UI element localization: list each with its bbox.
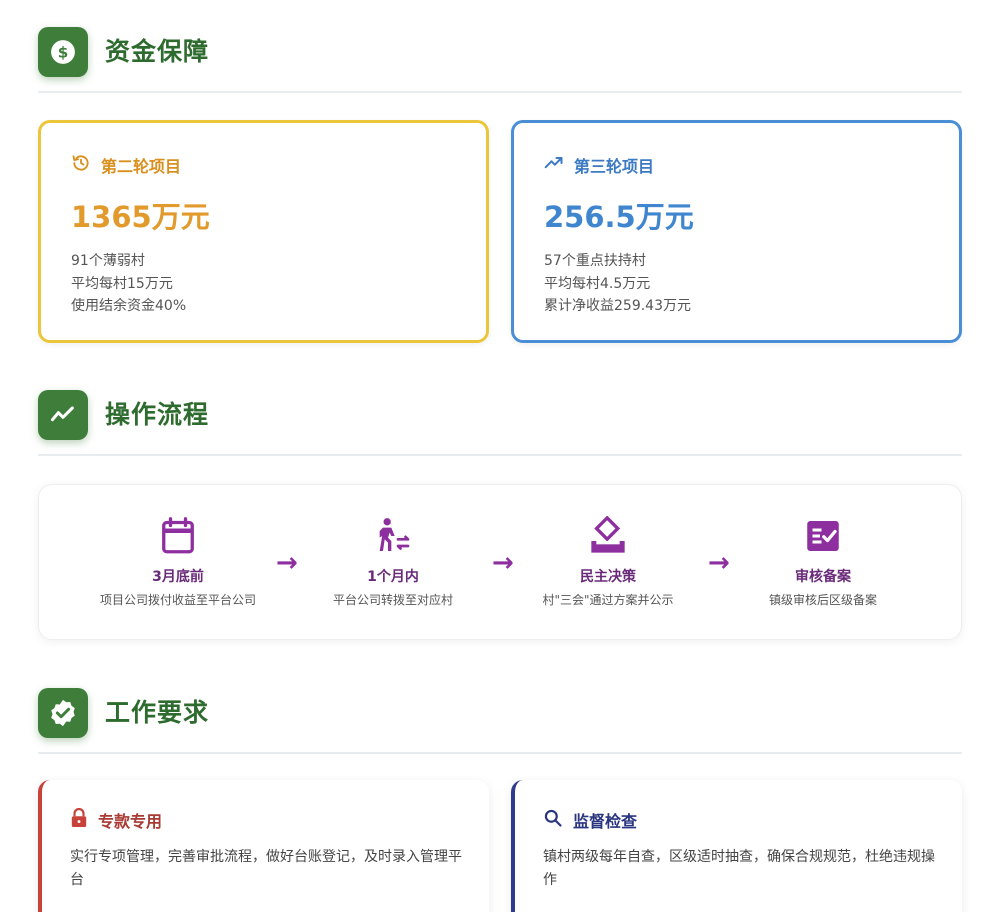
funding-card-round3: 第三轮项目 256.5万元 57个重点扶持村 平均每村4.5万元 累计净收益25… — [511, 120, 962, 343]
funding-amount: 1365万元 — [71, 200, 210, 234]
card-title: 专款专用 — [98, 812, 163, 831]
card-header: 监督检查 — [543, 808, 637, 832]
trending-up-icon — [544, 153, 564, 177]
detail-line: 平均每村4.5万元 — [544, 275, 651, 292]
step-description: 平台公司转拨至对应村 — [332, 593, 453, 607]
requirement-text: 镇村两级每年自查，区级适时抽查，确保合规规范，杜绝违规操作 — [543, 849, 935, 888]
step-title: 1个月内 — [367, 569, 419, 585]
section-title: 操作流程 — [105, 400, 210, 429]
process-step: 民主决策 村"三会"通过方案并公示 — [508, 515, 708, 609]
step-description: 镇级审核后区级备案 — [768, 593, 877, 607]
card-title: 第三轮项目 — [574, 157, 655, 176]
section-header-funding: $ 资金保障 — [38, 27, 962, 93]
process-step: 审核备案 镇级审核后区级备案 — [723, 515, 923, 609]
dollar-icon: $ — [38, 27, 88, 77]
detail-line: 57个重点扶持村 — [544, 253, 646, 269]
card-details: 91个薄弱村 平均每村15万元 使用结余资金40% — [71, 250, 186, 318]
step-description: 项目公司拨付收益至平台公司 — [99, 593, 256, 607]
detail-line: 91个薄弱村 — [71, 253, 145, 269]
transfer-walk-icon — [293, 515, 493, 557]
funding-card-round2: 第二轮项目 1365万元 91个薄弱村 平均每村15万元 使用结余资金40% — [38, 120, 489, 343]
section-header-requirements: 工作要求 — [38, 688, 962, 754]
detail-line: 使用结余资金40% — [71, 298, 187, 314]
vote-icon — [508, 515, 708, 557]
card-header: 第三轮项目 — [544, 153, 654, 177]
process-step: 1个月内 平台公司转拨至对应村 — [293, 515, 493, 609]
card-title: 第二轮项目 — [101, 157, 182, 176]
trend-icon — [38, 390, 88, 440]
search-icon — [543, 808, 563, 832]
step-title: 审核备案 — [795, 569, 851, 585]
requirement-text: 实行专项管理，完善审批流程，做好台账登记，及时录入管理平台 — [70, 849, 462, 888]
step-title: 3月底前 — [152, 569, 204, 585]
funding-amount: 256.5万元 — [544, 200, 694, 234]
section-header-process: 操作流程 — [38, 390, 962, 456]
card-title: 监督检查 — [573, 812, 638, 831]
section-title: 资金保障 — [105, 37, 210, 66]
step-description: 村"三会"通过方案并公示 — [542, 593, 674, 607]
history-icon — [71, 153, 91, 177]
detail-line: 平均每村15万元 — [71, 275, 173, 292]
step-title: 民主决策 — [580, 569, 636, 585]
detail-line: 累计净收益259.43万元 — [544, 298, 691, 314]
process-step: 3月底前 项目公司拨付收益至平台公司 — [78, 515, 278, 609]
calendar-icon — [78, 515, 278, 557]
checklist-icon — [723, 515, 923, 557]
card-header: 第二轮项目 — [71, 153, 181, 177]
verified-badge-icon — [38, 688, 88, 738]
card-details: 57个重点扶持村 平均每村4.5万元 累计净收益259.43万元 — [544, 250, 691, 318]
lock-icon — [70, 807, 88, 832]
requirement-card-dedicated-funds: 专款专用 实行专项管理，完善审批流程，做好台账登记，及时录入管理平台 — [38, 780, 489, 912]
requirement-card-supervision: 监督检查 镇村两级每年自查，区级适时抽查，确保合规规范，杜绝违规操作 — [511, 780, 962, 912]
svg-text:$: $ — [58, 43, 69, 61]
card-header: 专款专用 — [70, 807, 163, 832]
section-title: 工作要求 — [105, 698, 210, 727]
process-flow: 3月底前 项目公司拨付收益至平台公司 → 1个月内 平台公司转拨至对应村 → 民… — [38, 484, 962, 640]
